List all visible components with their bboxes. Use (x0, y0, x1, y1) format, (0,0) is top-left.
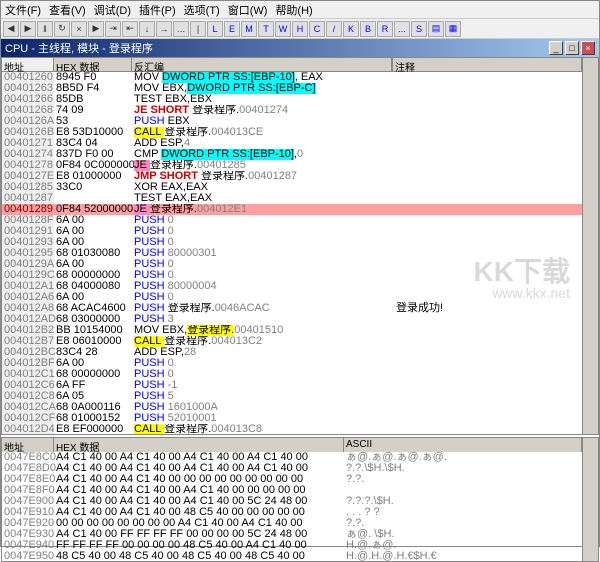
toolbar-button[interactable]: ▦ (445, 21, 461, 37)
menu-item[interactable]: 窗口(W) (228, 2, 268, 18)
toolbar-button[interactable]: / (326, 21, 342, 37)
disasm-row[interactable]: 004012A168 04000080PUSH 80000004 (2, 281, 582, 292)
disasm-row[interactable]: 0040128F6A 00PUSH 0 (2, 215, 582, 226)
dump-row[interactable]: 0047E940FF FF FF FF 00 00 00 00 48 C5 40… (2, 540, 582, 551)
menu-item[interactable]: 调试(D) (94, 2, 131, 18)
toolbar-button[interactable]: E (224, 21, 240, 37)
toolbar-button[interactable]: T (258, 21, 274, 37)
disasm-row[interactable]: 004012C66A FFPUSH -1 (2, 380, 582, 391)
disasm-row[interactable]: 0040129568 01030080PUSH 80000301 (2, 248, 582, 259)
toolbar-button[interactable]: … (173, 21, 189, 37)
toolbar-button[interactable]: S (411, 21, 427, 37)
minimize-button[interactable]: _ (549, 41, 563, 55)
menu-item[interactable]: 插件(P) (139, 2, 176, 18)
column-header-address[interactable]: 地址 (2, 58, 54, 72)
column-header-disasm[interactable]: 反汇编 (132, 58, 392, 72)
dump-rows[interactable]: 0047E8C0A4 C1 40 00 A4 C1 40 00 A4 C1 40… (2, 452, 582, 561)
menu-item[interactable]: 选项(T) (184, 2, 220, 18)
toolbar-button[interactable]: M (241, 21, 257, 37)
dump-row[interactable]: 0047E95048 C5 40 00 48 C5 40 00 48 C5 40… (2, 551, 582, 561)
disasm-row[interactable]: 0040126874 09JE SHORT 登录程序.00401274 (2, 105, 582, 116)
column-header-hex[interactable]: HEX 数据 (54, 58, 132, 72)
toolbar-button[interactable]: L (207, 21, 223, 37)
dump-header-address[interactable]: 地址 (2, 438, 54, 452)
disasm-row[interactable]: 004012C168 00000000PUSH 0 (2, 369, 582, 380)
disasm-row[interactable]: 004012916A 00PUSH 0 (2, 226, 582, 237)
menu-bar: 文件(F) 查看(V) 调试(D) 插件(P) 选项(T) 窗口(W) 帮助(H) (1, 1, 599, 19)
toolbar-button[interactable]: ▶ (20, 21, 36, 37)
toolbar-button[interactable]: ↓ (139, 21, 155, 37)
disasm-row[interactable]: 004012D4E8 EF000000CALL 登录程序.004013C8 (2, 424, 582, 434)
disasm-row[interactable]: 0040127EE8 01000000JMP SHORT 登录程序.004012… (2, 171, 582, 182)
toolbar-button[interactable]: | (190, 21, 206, 37)
dump-header-hex[interactable]: HEX 数据 (54, 438, 344, 452)
menu-item[interactable]: 查看(V) (49, 2, 86, 18)
toolbar-button[interactable]: W (275, 21, 291, 37)
memory-dump-pane[interactable]: 地址 HEX 数据 ASCII 0047E8C0A4 C1 40 00 A4 C… (1, 437, 599, 562)
toolbar-button[interactable]: H (292, 21, 308, 37)
toolbar-button[interactable]: ⇤ (122, 21, 138, 37)
dump-header-ascii[interactable]: ASCII (344, 438, 582, 452)
close-button[interactable]: × (581, 41, 595, 55)
window-title-bar: CPU - 主线程, 模块 - 登录程序 _ □ × (1, 39, 599, 57)
toolbar-button[interactable]: ⇥ (105, 21, 121, 37)
menu-item[interactable]: 帮助(H) (275, 2, 312, 18)
dump-scrollbar[interactable] (582, 438, 598, 561)
disasm-row[interactable]: 0040126685DBTEST EBX,EBX (2, 94, 582, 105)
toolbar-button[interactable]: ‖ (37, 21, 53, 37)
toolbar-button[interactable]: ... (394, 21, 410, 37)
toolbar-button[interactable]: B (360, 21, 376, 37)
toolbar-button[interactable]: ▤ (428, 21, 444, 37)
cpu-disassembly-pane[interactable]: 地址 HEX 数据 反汇编 注释 004012608945 F0MOV DWOR… (1, 57, 599, 435)
column-header-comment[interactable]: 注释 (392, 58, 582, 72)
disasm-row[interactable]: 0040128533C0XOR EAX,EAX (2, 182, 582, 193)
toolbar-button[interactable]: → (156, 21, 172, 37)
disassembly-rows[interactable]: 004012608945 F0MOV DWORD PTR SS:[EBP-10]… (2, 72, 582, 434)
vertical-scrollbar[interactable] (582, 58, 598, 434)
toolbar-button[interactable]: K (343, 21, 359, 37)
window-title: CPU - 主线程, 模块 - 登录程序 (5, 40, 153, 56)
toolbar-button[interactable]: R (377, 21, 393, 37)
maximize-button[interactable]: □ (565, 41, 579, 55)
toolbar: ◀▶‖↻×▶⇥⇤↓→…|LEMTWHC/KBR...S▤▦ (1, 19, 599, 39)
disasm-row[interactable]: 004012638B5D F4MOV EBX,DWORD PTR SS:[EBP… (2, 83, 582, 94)
toolbar-button[interactable]: ↻ (54, 21, 70, 37)
disasm-row[interactable]: 004012890F84 52000000JE 登录程序.004012E1 (2, 204, 582, 215)
toolbar-button[interactable]: ▶ (88, 21, 104, 37)
disasm-row[interactable]: 004012BC83C4 28ADD ESP,28 (2, 347, 582, 358)
toolbar-button[interactable]: ◀ (3, 21, 19, 37)
toolbar-button[interactable]: C (309, 21, 325, 37)
toolbar-button[interactable]: × (71, 21, 87, 37)
menu-item[interactable]: 文件(F) (5, 2, 41, 18)
